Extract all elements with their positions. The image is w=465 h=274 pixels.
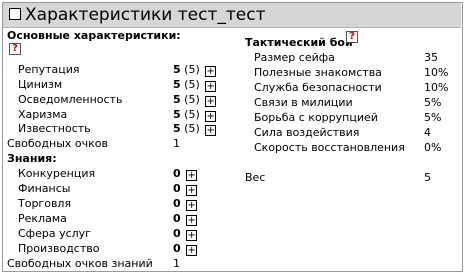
tactical-value: 10% xyxy=(424,66,449,79)
stat-row-cynicism: 5 (5) + xyxy=(173,78,217,92)
free-knowledge-points-value: 1 xyxy=(173,257,180,270)
plus-box-icon[interactable]: + xyxy=(186,215,198,226)
knowledge-label: Производство xyxy=(18,242,100,255)
knowledge-row-advertising: 0 + xyxy=(173,212,198,226)
plus-box-icon[interactable]: + xyxy=(205,96,217,107)
tactical-label: Полезные знакомства xyxy=(254,66,382,79)
knowledge-label: Финансы xyxy=(18,182,71,195)
stat-value: 5 xyxy=(173,93,181,106)
plus-box-icon[interactable]: + xyxy=(186,170,198,181)
stat-label: Известность xyxy=(18,122,91,135)
knowledge-value: 0 xyxy=(173,242,181,255)
knowledge-value: 0 xyxy=(173,167,181,180)
stat-value: 5 xyxy=(173,78,181,91)
knowledge-value: 0 xyxy=(173,182,181,195)
knowledge-value: 0 xyxy=(173,197,181,210)
stat-value: 5 xyxy=(173,63,181,76)
plus-box-icon[interactable]: + xyxy=(186,245,198,256)
tactical-header: Тактический бой xyxy=(245,36,353,49)
tactical-label: Связи в милиции xyxy=(254,96,353,109)
stat-label: Репутация xyxy=(18,63,80,76)
knowledge-label: Сфера услуг xyxy=(18,227,91,240)
stat-row-reputation: 5 (5) + xyxy=(173,63,217,77)
weight-label: Вес xyxy=(245,171,266,184)
knowledge-value: 0 xyxy=(173,212,181,225)
tactical-value: 4 xyxy=(424,126,431,139)
tactical-value: 5% xyxy=(424,111,442,124)
knowledge-row-competition: 0 + xyxy=(173,167,198,181)
knowledge-label: Торговля xyxy=(18,197,72,210)
stat-base: (5) xyxy=(184,108,200,121)
stat-label: Цинизм xyxy=(18,78,63,91)
stat-label: Осведомленность xyxy=(18,93,123,106)
weight-value: 5 xyxy=(424,171,431,184)
knowledge-label: Конкуренция xyxy=(18,167,96,180)
plus-box-icon[interactable]: + xyxy=(205,111,217,122)
title-bar: Характеристики тест_тест xyxy=(3,3,461,28)
plus-box-icon[interactable]: + xyxy=(186,185,198,196)
tactical-value: 10% xyxy=(424,81,449,94)
stat-base: (5) xyxy=(184,63,200,76)
plus-box-icon[interactable]: + xyxy=(205,125,217,136)
tactical-value: 0% xyxy=(424,141,442,154)
stat-label: Харизма xyxy=(18,108,68,121)
main-stats-header: Основные характеристики: xyxy=(7,29,181,42)
tactical-label: Служба безопасности xyxy=(254,81,382,94)
stat-row-fame: 5 (5) + xyxy=(173,122,217,136)
knowledge-row-services: 0 + xyxy=(173,227,198,241)
free-points-value: 1 xyxy=(173,137,180,150)
tactical-label: Сила воздействия xyxy=(254,126,360,139)
stat-row-charisma: 5 (5) + xyxy=(173,108,217,122)
knowledge-value: 0 xyxy=(173,227,181,240)
knowledge-row-finance: 0 + xyxy=(173,182,198,196)
tactical-label: Скорость восстановления xyxy=(254,141,405,154)
stat-value: 5 xyxy=(173,122,181,135)
checkbox-icon[interactable] xyxy=(9,8,21,20)
stat-base: (5) xyxy=(184,78,200,91)
stat-base: (5) xyxy=(184,93,200,106)
stat-value: 5 xyxy=(173,108,181,121)
page-title: Характеристики тест_тест xyxy=(25,5,266,25)
plus-box-icon[interactable]: + xyxy=(205,81,217,92)
question-icon[interactable]: ? xyxy=(346,31,358,43)
free-points-label: Свободных очков xyxy=(7,137,108,150)
tactical-label: Борьба с коррупцией xyxy=(254,111,378,124)
knowledge-header: Знания: xyxy=(7,152,57,165)
question-icon[interactable]: ? xyxy=(9,43,21,55)
knowledge-row-trade: 0 + xyxy=(173,197,198,211)
tactical-value: 35 xyxy=(424,51,438,64)
plus-box-icon[interactable]: + xyxy=(186,230,198,241)
tactical-label: Размер сейфа xyxy=(254,51,335,64)
knowledge-row-production: 0 + xyxy=(173,242,198,256)
plus-box-icon[interactable]: + xyxy=(205,66,217,77)
stat-row-awareness: 5 (5) + xyxy=(173,93,217,107)
stat-base: (5) xyxy=(184,122,200,135)
plus-box-icon[interactable]: + xyxy=(186,200,198,211)
knowledge-label: Реклама xyxy=(18,212,67,225)
tactical-value: 5% xyxy=(424,96,442,109)
free-knowledge-points-label: Свободных очков знаний xyxy=(7,257,153,270)
